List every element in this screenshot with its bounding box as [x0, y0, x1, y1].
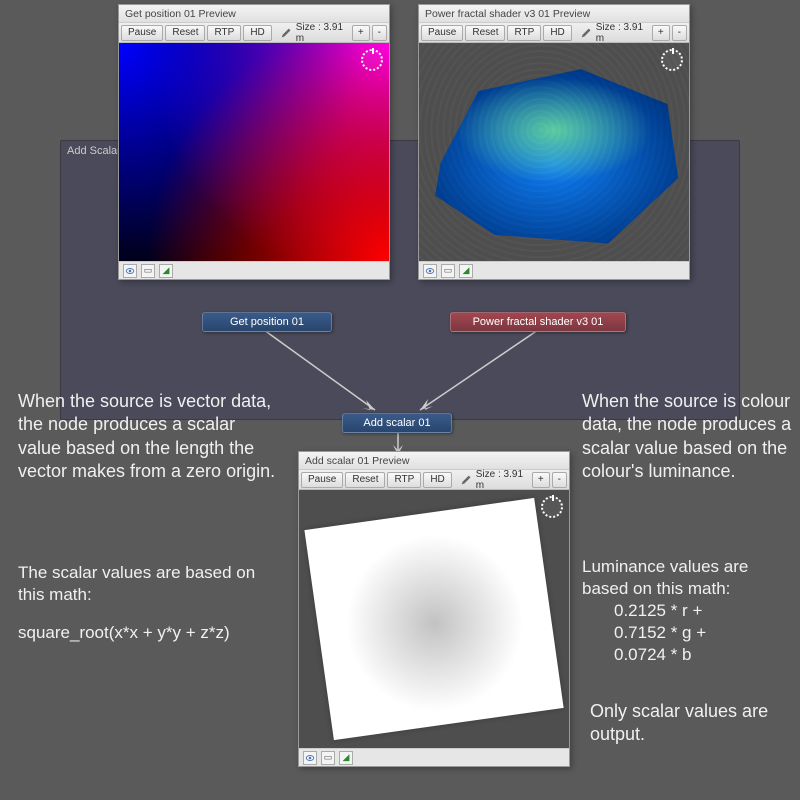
rtp-button[interactable]: RTP: [207, 25, 241, 41]
preview-toolbar: Pause Reset RTP HD Size : 3.91 m + -: [299, 470, 569, 490]
eye-icon[interactable]: [123, 264, 137, 278]
bounds-icon[interactable]: ▭: [321, 751, 335, 765]
preview-viewport[interactable]: [299, 490, 569, 748]
hd-button[interactable]: HD: [543, 25, 571, 41]
bounds-icon[interactable]: ▭: [141, 264, 155, 278]
pause-button[interactable]: Pause: [421, 25, 463, 41]
reset-button[interactable]: Reset: [465, 25, 505, 41]
node-panel-title: Add Scalar: [67, 145, 121, 157]
size-plus-button[interactable]: +: [352, 25, 370, 41]
preview-footer: ▭ ◢: [299, 748, 569, 766]
compass-icon[interactable]: [661, 49, 683, 71]
bounds-icon[interactable]: ▭: [441, 264, 455, 278]
eye-icon[interactable]: [303, 751, 317, 765]
annotation-right-description: When the source is colour data, the node…: [582, 390, 792, 484]
preview-image-plane: [299, 490, 569, 748]
rtp-button[interactable]: RTP: [387, 472, 421, 488]
annotation-right-math-heading: Luminance values are based on this math:: [582, 556, 792, 600]
annotation-left-formula: square_root(x*x + y*y + z*z): [18, 622, 230, 644]
preview-image-quad: [119, 43, 389, 261]
preview-footer: ▭ ◢: [119, 261, 389, 279]
size-label: Size : 3.91 m: [596, 22, 648, 44]
node-label: Get position 01: [230, 316, 304, 328]
hd-button[interactable]: HD: [423, 472, 451, 488]
size-minus-button[interactable]: -: [372, 25, 387, 41]
size-minus-button[interactable]: -: [672, 25, 687, 41]
size-minus-button[interactable]: -: [552, 472, 567, 488]
reset-button[interactable]: Reset: [345, 472, 385, 488]
reset-button[interactable]: Reset: [165, 25, 205, 41]
compass-icon[interactable]: [361, 49, 383, 71]
pause-button[interactable]: Pause: [121, 25, 163, 41]
preview-toolbar: Pause Reset RTP HD Size : 3.91 m + -: [119, 23, 389, 43]
preview-get-position: Get position 01 Preview Pause Reset RTP …: [118, 4, 390, 280]
annotation-left-math-heading: The scalar values are based on this math…: [18, 562, 278, 606]
node-get-position[interactable]: Get position 01: [202, 312, 332, 332]
annotation-luminance-g: 0.7152 * g +: [614, 622, 706, 644]
preview-add-scalar: Add scalar 01 Preview Pause Reset RTP HD…: [298, 451, 570, 767]
brush-icon: [280, 26, 294, 40]
annotation-output-note: Only scalar values are output.: [590, 700, 790, 747]
preview-toolbar: Pause Reset RTP HD Size : 3.91 m + -: [419, 23, 689, 43]
brush-icon: [580, 26, 594, 40]
size-plus-button[interactable]: +: [652, 25, 670, 41]
preview-footer: ▭ ◢: [419, 261, 689, 279]
annotation-left-description: When the source is vector data, the node…: [18, 390, 278, 484]
edit-icon[interactable]: ◢: [339, 751, 353, 765]
rtp-button[interactable]: RTP: [507, 25, 541, 41]
window-title: Power fractal shader v3 01 Preview: [419, 5, 689, 23]
preview-image-terrain: [419, 43, 689, 261]
node-add-scalar[interactable]: Add scalar 01: [342, 413, 452, 433]
edit-icon[interactable]: ◢: [159, 264, 173, 278]
size-plus-button[interactable]: +: [532, 472, 550, 488]
preview-power-fractal: Power fractal shader v3 01 Preview Pause…: [418, 4, 690, 280]
annotation-luminance-b: 0.0724 * b: [614, 644, 692, 666]
annotation-luminance-r: 0.2125 * r +: [614, 600, 702, 622]
brush-icon: [460, 473, 474, 487]
preview-viewport[interactable]: [419, 43, 689, 261]
eye-icon[interactable]: [423, 264, 437, 278]
preview-viewport[interactable]: [119, 43, 389, 261]
window-title: Add scalar 01 Preview: [299, 452, 569, 470]
pause-button[interactable]: Pause: [301, 472, 343, 488]
size-label: Size : 3.91 m: [476, 469, 528, 491]
compass-icon[interactable]: [541, 496, 563, 518]
hd-button[interactable]: HD: [243, 25, 271, 41]
node-label: Power fractal shader v3 01: [473, 316, 604, 328]
edit-icon[interactable]: ◢: [459, 264, 473, 278]
node-power-fractal[interactable]: Power fractal shader v3 01: [450, 312, 626, 332]
window-title: Get position 01 Preview: [119, 5, 389, 23]
size-label: Size : 3.91 m: [296, 22, 348, 44]
node-label: Add scalar 01: [363, 417, 430, 429]
